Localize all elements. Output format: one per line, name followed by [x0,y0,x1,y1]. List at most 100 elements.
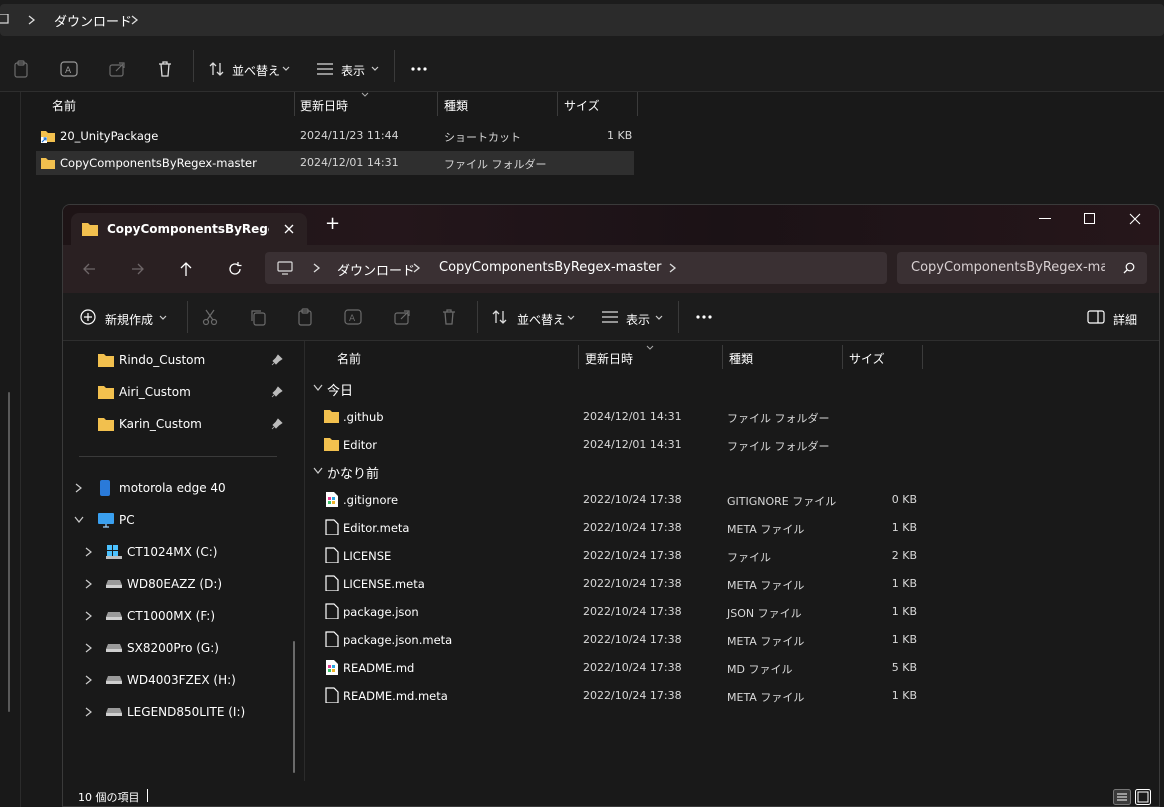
file-name[interactable]: Editor.meta [343,521,409,535]
file-name[interactable]: package.json.meta [343,633,452,647]
file-row[interactable]: LICENSE.meta 2022/10/24 17:38 META ファイル … [319,570,1139,598]
column-divider[interactable] [842,345,843,369]
file-row[interactable]: README.md.meta 2022/10/24 17:38 META ファイ… [319,682,1139,710]
file-name[interactable]: README.md [343,661,414,675]
up-icon[interactable] [179,261,193,277]
group-header[interactable]: 今日 [311,377,1151,399]
col-size[interactable]: サイズ [849,350,885,367]
col-name[interactable]: 名前 [337,350,361,367]
file-row[interactable]: .gitignore 2022/10/24 17:38 GITIGNORE ファ… [319,486,1139,514]
nav-item-drive[interactable]: LEGEND850LITE (I:) [63,697,303,727]
file-name[interactable]: LICENSE [343,549,391,563]
column-divider[interactable] [637,92,638,116]
bg-file-row[interactable]: 20_UnityPackage 2024/11/23 11:44 ショートカット… [36,123,634,149]
bg-col-type[interactable]: 種類 [444,97,468,114]
view-icon[interactable] [312,56,338,82]
cut-icon[interactable] [201,308,219,326]
nav-item-drive[interactable]: CT1024MX (C:) [63,537,303,567]
column-divider[interactable] [922,345,923,369]
back-icon[interactable] [82,262,96,276]
pin-icon[interactable] [271,386,283,398]
col-date[interactable]: 更新日時 [585,350,633,367]
forward-icon[interactable] [131,262,145,276]
more-options-icon[interactable] [695,314,713,320]
file-name[interactable]: package.json [343,605,419,619]
nav-item-pinned[interactable]: Rindo_Custom [63,345,303,375]
breadcrumb-downloads[interactable]: ダウンロード [337,260,415,279]
group-header[interactable]: かなり前 [311,460,1151,482]
chevron-right-icon[interactable] [85,579,93,589]
column-divider[interactable] [722,345,723,369]
file-name[interactable]: .github [343,410,384,424]
bg-file-name[interactable]: 20_UnityPackage [60,129,158,143]
tiles-view-icon[interactable] [1135,789,1151,805]
rename-icon[interactable]: A [56,56,82,82]
search-icon[interactable] [1123,262,1135,274]
pin-icon[interactable] [271,354,283,366]
breadcrumb-current[interactable]: CopyComponentsByRegex-master [439,260,662,275]
chevron-right-icon[interactable] [313,263,321,273]
chevron-right-icon[interactable] [413,263,421,273]
details-pane-icon[interactable] [1087,310,1105,324]
nav-item-pc[interactable]: PC [63,505,303,535]
nav-pane-scrollbar[interactable] [293,641,295,773]
view-button[interactable]: 表示 [626,311,650,328]
chevron-right-icon[interactable] [85,611,93,621]
copy-icon[interactable] [249,308,267,326]
refresh-icon[interactable] [227,261,243,277]
file-row[interactable]: Editor 2024/12/01 14:31 ファイル フォルダー [319,431,1139,459]
column-divider[interactable] [294,92,295,116]
chevron-right-icon[interactable] [85,643,93,653]
file-name[interactable]: LICENSE.meta [343,577,425,591]
close-tab-icon[interactable] [283,223,295,235]
minimize-icon[interactable] [1039,218,1051,220]
file-name[interactable]: .gitignore [343,493,398,507]
more-options-icon[interactable] [406,56,432,82]
pin-icon[interactable] [271,418,283,430]
chevron-right-icon[interactable] [131,15,139,25]
view-icon[interactable] [601,311,619,323]
bg-col-name[interactable]: 名前 [52,97,76,114]
bg-address-box[interactable]: ダウンロード [0,4,1164,36]
sort-icon[interactable] [204,56,230,82]
share-icon[interactable] [104,56,130,82]
sort-button[interactable]: 並べ替え [517,311,565,328]
chevron-right-icon[interactable] [85,707,93,717]
file-row[interactable]: .github 2024/12/01 14:31 ファイル フォルダー [319,403,1139,431]
chevron-down-icon[interactable] [74,516,84,524]
new-plus-icon[interactable] [80,309,96,325]
delete-icon[interactable] [152,56,178,82]
bg-file-row-selected[interactable]: CopyComponentsByRegex-master 2024/12/01 … [36,151,634,175]
bg-breadcrumb-downloads[interactable]: ダウンロード [54,11,132,30]
file-row[interactable]: README.md 2022/10/24 17:38 MD ファイル 5 KB [319,654,1139,682]
search-input[interactable]: CopyComponentsByRegex-master [911,260,1105,275]
nav-item-phone[interactable]: motorola edge 40 [63,473,303,503]
chevron-right-icon[interactable] [75,483,83,493]
column-divider[interactable] [557,92,558,116]
delete-icon[interactable] [441,308,457,326]
address-bar[interactable]: ダウンロード CopyComponentsByRegex-master [265,252,887,284]
details-button[interactable]: 詳細 [1113,311,1137,328]
nav-item-drive[interactable]: WD80EAZZ (D:) [63,569,303,599]
bg-col-date[interactable]: 更新日時 [300,97,348,114]
column-divider[interactable] [437,92,438,116]
paste-icon[interactable] [8,56,34,82]
chevron-down-icon[interactable] [313,467,323,475]
file-name[interactable]: README.md.meta [343,689,448,703]
bg-view-button[interactable]: 表示 [341,62,365,79]
tab-active[interactable]: CopyComponentsByRegex-master [71,213,307,245]
search-box[interactable]: CopyComponentsByRegex-master [897,252,1147,284]
file-row[interactable]: LICENSE 2022/10/24 17:38 ファイル 2 KB [319,542,1139,570]
bg-sort-button[interactable]: 並べ替え [232,62,280,79]
title-bar[interactable]: CopyComponentsByRegex-master + [63,205,1159,245]
col-type[interactable]: 種類 [729,350,753,367]
file-row[interactable]: package.json 2022/10/24 17:38 JSON ファイル … [319,598,1139,626]
column-divider[interactable] [578,345,579,369]
bg-col-size[interactable]: サイズ [564,97,600,114]
chevron-right-icon[interactable] [85,675,93,685]
nav-item-pinned[interactable]: Karin_Custom [63,409,303,439]
chevron-right-icon[interactable] [85,547,93,557]
file-name[interactable]: Editor [343,438,377,452]
paste-icon[interactable] [297,308,315,326]
nav-item-drive[interactable]: WD4003FZEX (H:) [63,665,303,695]
